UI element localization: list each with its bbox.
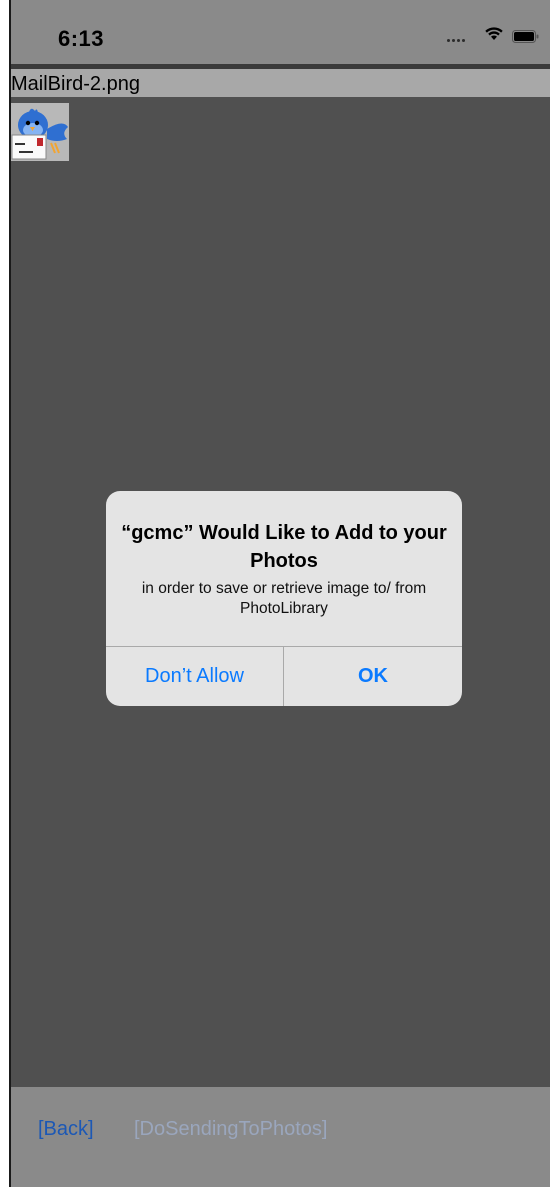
image-thumbnail[interactable] bbox=[11, 103, 69, 161]
file-name: MailBird-2.png bbox=[11, 73, 140, 95]
file-name-bar: MailBird-2.png bbox=[11, 69, 550, 97]
cellular-signal-icon bbox=[447, 39, 465, 42]
left-frame bbox=[0, 0, 9, 1187]
bottom-toolbar: [Back] [DoSendingToPhotos] bbox=[11, 1087, 550, 1187]
photos-permission-dialog: “gcmc” Would Like to Add to your Photos … bbox=[106, 491, 462, 706]
dialog-message: in order to save or retrieve image to/ f… bbox=[141, 580, 427, 617]
back-button[interactable]: [Back] bbox=[38, 1118, 94, 1141]
wifi-icon bbox=[485, 27, 503, 40]
dialog-title: “gcmc” Would Like to Add to your Photos bbox=[121, 522, 447, 572]
status-bar: 6:13 bbox=[11, 0, 550, 64]
ok-button[interactable]: OK bbox=[284, 647, 462, 706]
send-to-photos-button[interactable]: [DoSendingToPhotos] bbox=[134, 1118, 327, 1141]
status-time: 6:13 bbox=[58, 26, 105, 51]
mailbird-icon bbox=[11, 103, 69, 161]
dont-allow-button[interactable]: Don’t Allow bbox=[106, 647, 283, 706]
app-screen: 6:13 MailBird-2.png “gcmc” Would Like to… bbox=[0, 0, 550, 1187]
battery-icon bbox=[512, 30, 539, 43]
